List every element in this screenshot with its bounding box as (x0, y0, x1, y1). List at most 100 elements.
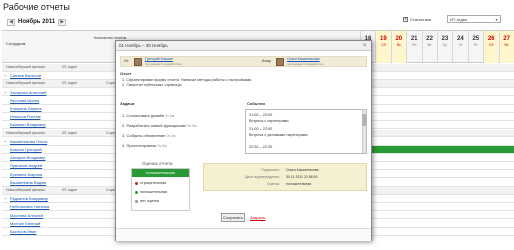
employee-name-link[interactable]: Кокшин Григорий (10, 146, 42, 153)
employee-name-link[interactable]: Захаров Владимир (10, 154, 46, 161)
day-number: 21 (410, 36, 418, 42)
employee-name-link[interactable]: Лукьянов Андрей (10, 162, 42, 169)
month-label: Ноябрь 2011 (18, 19, 56, 25)
rating-option-label: нет оценки (140, 199, 160, 203)
employee-name-link[interactable]: Быстров Иван (10, 228, 36, 235)
dialog-footer (116, 228, 371, 241)
green-dot-icon (135, 190, 138, 194)
event-text: Встреча с деловыми партнерами (249, 133, 308, 137)
signed-value: Ольга Кашинникова (286, 168, 319, 172)
group-branch: Новосибирский филиал (6, 65, 45, 69)
department-select[interactable]: ИТ-отдел ▼ (447, 15, 501, 23)
expand-icon[interactable]: + (4, 195, 6, 202)
task-text: Разработать новый функционал (126, 123, 187, 128)
events-list[interactable]: 21:00 – 22:00 Встреча с партнерами 21:00… (245, 109, 367, 154)
employee-name-link[interactable]: Клишина Лариса (10, 105, 41, 112)
group-department: ИТ-отдел (62, 81, 78, 86)
task-text: Согласовать дизайн (126, 113, 165, 118)
confirm-date-label: Дата подтверждения: (245, 175, 280, 179)
expand-icon[interactable]: + (4, 72, 6, 79)
rating-option[interactable]: отрицательная (135, 181, 166, 185)
employee-name-link[interactable]: Мятлин Евгений (10, 220, 40, 227)
expand-icon[interactable]: + (4, 89, 6, 96)
group-department: ИТ-отдел (62, 188, 78, 192)
day-header: 27 Вс (498, 31, 514, 63)
event-time: 22:30 – 22:30 (249, 145, 273, 149)
task-item: 1. Согласовать дизайн 0ч 0м (122, 113, 174, 118)
confirm-rating-value: положительная (286, 182, 312, 186)
employee-name-link[interactable]: Еремина Марина (10, 171, 42, 178)
group-branch: Новосибирский филиал (6, 81, 45, 86)
day-number: 24 (457, 36, 464, 42)
employee-name-link[interactable]: Фролова Ирина (10, 97, 39, 104)
day-header: 20 Вс (390, 31, 406, 63)
red-dot-icon (135, 181, 138, 185)
next-month-button[interactable]: ▶ (58, 18, 67, 26)
day-number: 23 (441, 36, 449, 42)
rating-title: Оценка отчета (142, 161, 173, 166)
to-role: программист-разработчик (287, 62, 324, 66)
task-duration: 0ч 0м (165, 114, 175, 118)
confirm-date-value: 30.11.2011 22:58:00 (286, 175, 318, 179)
from-name-link[interactable]: Григорий Кокшин (145, 57, 173, 62)
report-dialog: 01 Ноябрь – 30 Ноябрь × От Григорий Кокш… (115, 40, 372, 241)
task-number: 1. (122, 113, 126, 118)
tasks-section-title: Задачи (120, 101, 135, 106)
employee-name-link[interactable]: Радьянов Владимир (10, 195, 48, 202)
events-scrollbar[interactable] (362, 110, 366, 153)
event-text: Встреча с партнерами (249, 119, 289, 123)
day-number: 22 (426, 36, 433, 42)
department-select-value: ИТ-отдел (450, 17, 468, 22)
event-time: 21:00 – 22:00 (249, 113, 273, 117)
employee-name-link[interactable]: Баликин Владимир (10, 121, 46, 128)
report-period: 01 Ноябрь – 30 Ноябрь (119, 43, 168, 48)
to-name-link[interactable]: Ольга Кашинникова (287, 57, 320, 62)
day-weekday: Чт (458, 43, 463, 47)
report-line: 2. Сверстал публичные страницы (122, 83, 182, 87)
expand-icon[interactable]: + (4, 138, 6, 145)
task-item: 4. Протестировать 0ч 0м (122, 143, 167, 148)
employee-name-link[interactable]: Маслова Алексей (10, 212, 43, 219)
close-link[interactable]: Закрыть (250, 216, 265, 220)
day-weekday: Ср (442, 43, 448, 47)
report-section-title: Отчет (120, 71, 132, 76)
from-label: От (124, 59, 129, 63)
day-number: 19 (380, 36, 387, 42)
task-text: Протестировать (126, 143, 157, 148)
task-number: 4. (122, 143, 126, 148)
day-header: 23 Ср (437, 31, 452, 63)
to-avatar (276, 58, 284, 66)
employee-name-link[interactable]: Кашинникова Ольга (10, 138, 47, 145)
day-number: 27 (503, 36, 510, 42)
day-number: 25 (472, 36, 480, 42)
rating-option[interactable]: положительная (135, 190, 167, 194)
employee-name-link[interactable]: Небольсина Наталья (10, 203, 49, 210)
chevron-down-icon: ▼ (495, 18, 498, 22)
task-text: Собрать обновление (126, 133, 166, 138)
group-department: ИТ-отдел (62, 65, 78, 69)
day-header: 26 Сб (483, 31, 499, 63)
statistics-checkbox[interactable]: ✓ (403, 17, 408, 22)
day-header: 21 Пн (406, 31, 421, 63)
month-navigation: ◀ Ноябрь 2011 ▶ (7, 18, 67, 26)
rating-selected-value[interactable]: положительная (132, 169, 189, 177)
rating-select[interactable]: положительная отрицательная положительна… (131, 168, 190, 211)
employee-name-link[interactable]: Захарова Анатолий (10, 89, 46, 96)
prev-month-button[interactable]: ◀ (7, 18, 15, 26)
employee-name-link[interactable]: Сапаев Василий (10, 72, 41, 79)
scroll-thumb[interactable] (362, 114, 366, 126)
day-weekday: Вт (427, 43, 432, 47)
close-icon[interactable]: × (363, 43, 367, 49)
work-reports-page: Рабочие отчеты ◀ Ноябрь 2011 ▶ ✓ Статист… (0, 0, 514, 250)
day-number: 26 (487, 36, 495, 42)
task-item: 2. Разработать новый функционал 0ч 0м (122, 123, 197, 128)
save-button[interactable]: Сохранить (221, 213, 245, 222)
from-avatar (134, 58, 142, 66)
rating-option[interactable]: нет оценки (135, 199, 159, 203)
from-role: программист-разработчик (145, 62, 182, 66)
employee-name-link[interactable]: Кашинников Вадим (10, 179, 46, 186)
report-bar[interactable] (360, 146, 514, 153)
task-item: 3. Собрать обновление 0ч 0м (122, 133, 176, 138)
page-title: Рабочие отчеты (3, 2, 70, 12)
employee-name-link[interactable]: Ильясов Ростам (10, 113, 40, 120)
